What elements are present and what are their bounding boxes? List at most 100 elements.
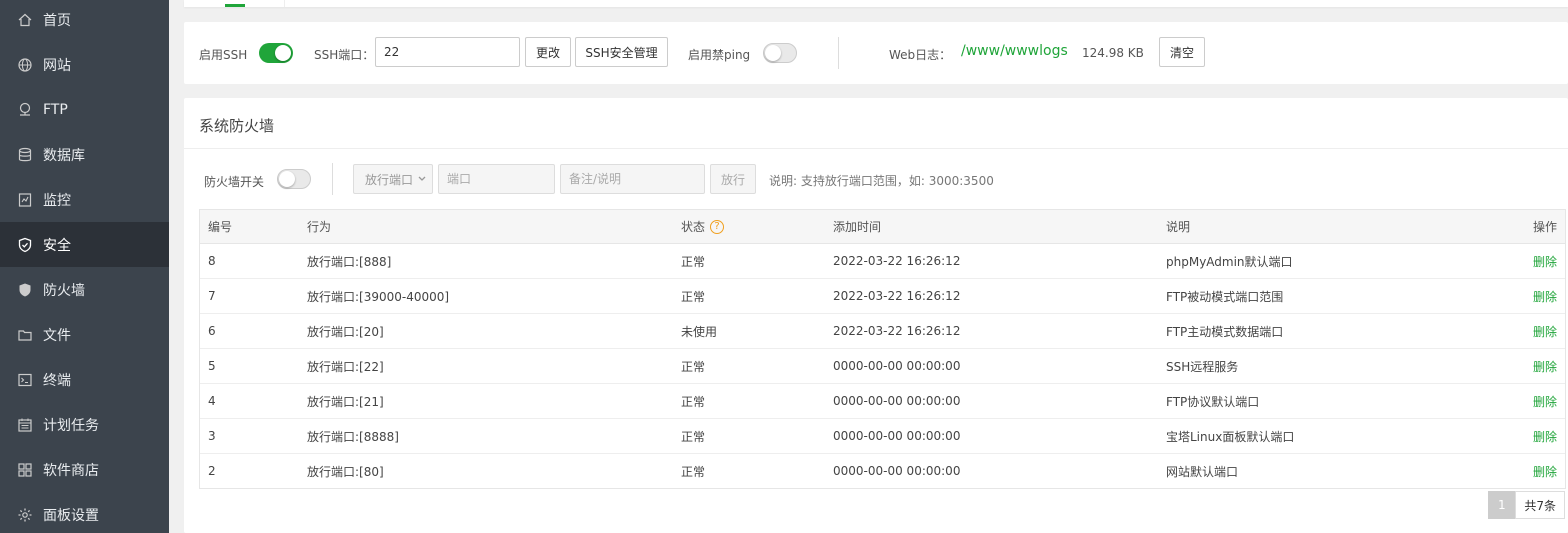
- sidebar-item-9[interactable]: 计划任务: [0, 402, 169, 447]
- rule-time: 0000-00-00 00:00:00: [833, 464, 961, 478]
- rule-desc: FTP被动模式端口范围: [1166, 289, 1284, 304]
- clear-log-button[interactable]: 清空: [1159, 37, 1205, 67]
- globe-icon: [17, 57, 33, 73]
- firewall-hint: 说明: 支持放行端口范围，如: 3000:3500: [769, 174, 994, 188]
- sidebar-item-label: 网站: [43, 57, 71, 74]
- delete-rule-link[interactable]: 删除: [1533, 244, 1557, 278]
- port-input[interactable]: 端口: [438, 164, 555, 194]
- table-row: 8 放行端口:[888] 正常 2022-03-22 16:26:12 phpMyAdm…: [200, 244, 1565, 279]
- delete-rule-link[interactable]: 删除: [1533, 279, 1557, 313]
- tab-divider: [284, 0, 285, 7]
- folder-icon: [17, 327, 33, 343]
- ssh-security-manage-button[interactable]: SSH安全管理: [575, 37, 668, 67]
- sidebar-item-6[interactable]: 防火墙: [0, 267, 169, 312]
- rule-desc: 宝塔Linux面板默认端口: [1166, 429, 1295, 444]
- sidebar-item-label: 文件: [43, 327, 71, 344]
- delete-rule-link[interactable]: 删除: [1533, 454, 1557, 488]
- rule-action: 放行端口:[888]: [307, 254, 392, 269]
- rule-action: 放行端口:[80]: [307, 464, 384, 479]
- ssh-port-input[interactable]: 22: [375, 37, 520, 67]
- sidebar-item-label: 软件商店: [43, 462, 99, 479]
- sidebar-item-5[interactable]: 安全: [0, 222, 169, 267]
- sidebar-item-8[interactable]: 终端: [0, 357, 169, 402]
- top-tab-bar: [184, 0, 1568, 7]
- terminal-icon: [17, 372, 33, 388]
- sidebar-item-label: 监控: [43, 192, 71, 209]
- sidebar-item-3[interactable]: 数据库: [0, 132, 169, 177]
- sidebar-item-label: 计划任务: [43, 417, 99, 434]
- sidebar: 首页网站 FTP 数据库监控安全防火墙文件终端计划任务软件商店面板设置: [0, 0, 169, 533]
- table-header: 编号 行为 状态 ? 添加时间 说明 操作: [200, 210, 1565, 244]
- rule-status: 正常: [681, 359, 706, 374]
- table-row: 7 放行端口:[39000-40000] 正常 2022-03-22 16:26:12…: [200, 279, 1565, 314]
- firewall-switch-label: 防火墙开关: [204, 175, 265, 189]
- table-row: 4 放行端口:[21] 正常 0000-00-00 00:00:00 FTP协议默认端口…: [200, 384, 1565, 419]
- sidebar-item-11[interactable]: 面板设置: [0, 492, 169, 533]
- delete-rule-link[interactable]: 删除: [1533, 419, 1557, 453]
- rule-status: 正常: [681, 429, 706, 444]
- ssh-port-label: SSH端口：: [314, 48, 375, 62]
- col-id-header: 编号: [208, 220, 233, 234]
- rule-status: 正常: [681, 464, 706, 479]
- rule-id: 2: [208, 464, 216, 478]
- help-icon[interactable]: ?: [710, 219, 725, 234]
- col-time-header: 添加时间: [833, 220, 882, 234]
- page-current[interactable]: 1: [1488, 491, 1516, 519]
- sidebar-item-0[interactable]: 首页: [0, 0, 169, 42]
- calendar-icon: [17, 417, 33, 433]
- home-icon: [17, 12, 33, 28]
- col-status-label: 状态: [681, 220, 706, 234]
- table-row: 5 放行端口:[22] 正常 0000-00-00 00:00:00 SSH远程服务 删除: [200, 349, 1565, 384]
- rule-type-select[interactable]: 放行端口: [353, 164, 433, 194]
- grid-icon: [17, 462, 33, 478]
- rule-id: 3: [208, 429, 216, 443]
- rule-desc: 网站默认端口: [1166, 464, 1239, 479]
- shield-icon: [17, 282, 33, 298]
- sidebar-item-7[interactable]: 文件: [0, 312, 169, 357]
- rule-id: 4: [208, 394, 216, 408]
- sidebar-item-label: 终端: [43, 372, 71, 389]
- rule-action: 放行端口:[22]: [307, 359, 384, 374]
- pagination: 1 共7条: [1488, 491, 1565, 519]
- sidebar-item-10[interactable]: 软件商店: [0, 447, 169, 492]
- sidebar-item-2[interactable]: FTP: [0, 87, 169, 132]
- sidebar-item-label: 防火墙: [43, 282, 85, 299]
- ssh-toggle[interactable]: [259, 43, 293, 63]
- rule-id: 5: [208, 359, 216, 373]
- rule-status: 正常: [681, 254, 706, 269]
- note-input[interactable]: 备注/说明: [560, 164, 705, 194]
- firewall-rules-table: 编号 行为 状态 ? 添加时间 说明 操作 8 放行端口:[888] 正常 2022-…: [199, 209, 1566, 489]
- sidebar-item-label: 首页: [43, 12, 71, 29]
- delete-rule-link[interactable]: 删除: [1533, 349, 1557, 383]
- sidebar-item-label: 面板设置: [43, 507, 99, 524]
- ping-label: 启用禁ping: [688, 48, 751, 62]
- rule-id: 8: [208, 254, 216, 268]
- rule-desc: FTP协议默认端口: [1166, 394, 1260, 409]
- sidebar-item-label: 安全: [43, 237, 71, 254]
- ping-toggle[interactable]: [763, 43, 797, 63]
- sidebar-item-1[interactable]: 网站: [0, 42, 169, 87]
- divider: [332, 163, 333, 195]
- firewall-toggle[interactable]: [277, 169, 311, 189]
- rule-status: 正常: [681, 289, 706, 304]
- col-op-header: 操作: [1532, 220, 1557, 234]
- database-icon: [17, 147, 33, 163]
- weblog-path-link[interactable]: /www/wwwlogs: [961, 43, 1068, 59]
- rule-time: 0000-00-00 00:00:00: [833, 394, 961, 408]
- allow-port-button[interactable]: 放行: [710, 164, 756, 194]
- rule-action: 放行端口:[21]: [307, 394, 384, 409]
- delete-rule-link[interactable]: 删除: [1533, 384, 1557, 418]
- rule-id: 6: [208, 324, 216, 338]
- rule-action: 放行端口:[8888]: [307, 429, 399, 444]
- sidebar-item-4[interactable]: 监控: [0, 177, 169, 222]
- rule-time: 2022-03-22 16:26:12: [833, 289, 961, 303]
- rule-action: 放行端口:[20]: [307, 324, 384, 339]
- divider: [838, 37, 839, 69]
- ssh-enable-label: 启用SSH: [199, 48, 248, 62]
- rule-time: 2022-03-22 16:26:12: [833, 324, 961, 338]
- rule-action: 放行端口:[39000-40000]: [307, 289, 450, 304]
- delete-rule-link[interactable]: 删除: [1533, 314, 1557, 348]
- rule-type-value: 放行端口: [365, 172, 414, 187]
- table-row: 6 放行端口:[20] 未使用 2022-03-22 16:26:12 FTP主动模式数…: [200, 314, 1565, 349]
- change-port-button[interactable]: 更改: [525, 37, 571, 67]
